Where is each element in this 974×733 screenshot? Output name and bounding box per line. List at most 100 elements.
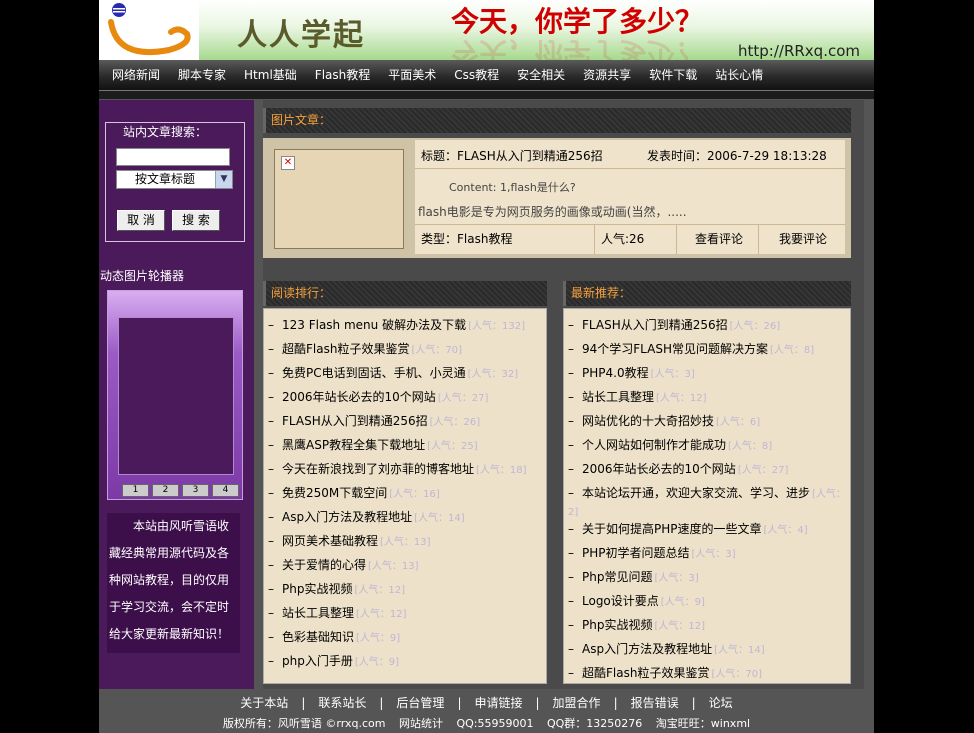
list-item[interactable]: – 免费PC电话到固话、手机、小灵通 [人气：32] xyxy=(264,361,546,385)
slider-page-button[interactable]: 4 xyxy=(212,484,239,497)
footer-link[interactable]: 加盟合作 xyxy=(553,696,601,710)
nav-item[interactable]: 软件下载 xyxy=(640,60,706,90)
list-item[interactable]: – 站长工具整理 [人气：12] xyxy=(564,385,850,409)
footer-link[interactable]: 关于本站 xyxy=(240,696,288,710)
list-item[interactable]: – 个人网站如何制作才能成功 [人气：8] xyxy=(564,433,850,457)
nav-item[interactable]: Css教程 xyxy=(445,60,508,90)
slider-screen[interactable] xyxy=(118,317,234,475)
article-info: 标题：FLASH从入门到精通256招 发表时间：2006-7-29 18:13:… xyxy=(415,140,845,254)
bullet-dash-icon: – xyxy=(568,438,574,452)
slider-page-button[interactable]: 2 xyxy=(152,484,179,497)
list-item-title[interactable]: 本站论坛开通，欢迎大家交流、学习、进步 xyxy=(582,486,810,500)
list-item-title[interactable]: Asp入门方法及教程地址 xyxy=(282,510,412,524)
list-item-title[interactable]: Php实战视频 xyxy=(282,582,352,596)
list-item[interactable]: – Php实战视频 [人气：12] xyxy=(264,577,546,601)
list-item-title[interactable]: 个人网站如何制作才能成功 xyxy=(582,438,726,452)
bullet-dash-icon: – xyxy=(568,462,574,476)
list-item[interactable]: –123 Flash menu 破解办法及下载 [人气：132] xyxy=(264,313,546,337)
list-item-title[interactable]: PHP4.0教程 xyxy=(582,366,649,380)
list-item-title[interactable]: 超酷Flash粒子效果鉴赏 xyxy=(582,666,709,680)
nav-item[interactable]: 资源共享 xyxy=(574,60,640,90)
list-item-title[interactable]: 94个学习FLASH常见问题解决方案 xyxy=(582,342,768,356)
list-item[interactable]: – 今天在新浪找到了刘亦菲的博客地址 [人气：18] xyxy=(264,457,546,481)
stats-link[interactable]: 网站统计 xyxy=(399,717,443,730)
nav-item[interactable]: 安全相关 xyxy=(508,60,574,90)
list-item[interactable]: – 网站优化的十大奇招妙技 [人气：6] xyxy=(564,409,850,433)
search-button[interactable]: 搜 索 xyxy=(172,210,220,231)
list-item-title[interactable]: 网页美术基础教程 xyxy=(282,534,378,548)
footer-link[interactable]: 联系站长 xyxy=(318,696,366,710)
list-item[interactable]: – 免费250M下载空间 [人气：16] xyxy=(264,481,546,505)
list-item[interactable]: – Php常见问题 [人气：3] xyxy=(564,565,850,589)
footer-link[interactable]: 申请链接 xyxy=(474,696,522,710)
list-item[interactable]: –94个学习FLASH常见问题解决方案 [人气：8] xyxy=(564,337,850,361)
list-item-title[interactable]: 123 Flash menu 破解办法及下载 xyxy=(282,318,466,332)
list-item-title[interactable]: 今天在新浪找到了刘亦菲的博客地址 xyxy=(282,462,474,476)
list-item[interactable]: – 超酷Flash粒子效果鉴赏 [人气：70] xyxy=(564,661,850,685)
list-item-title[interactable]: PHP初学者问题总结 xyxy=(582,546,690,560)
chevron-down-icon[interactable]: ▼ xyxy=(215,171,232,188)
nav-item[interactable]: 站长心情 xyxy=(706,60,772,90)
nav-item[interactable]: Html基础 xyxy=(235,60,306,90)
site-logo[interactable] xyxy=(99,0,199,60)
post-comment-link[interactable]: 我要评论 xyxy=(759,225,845,254)
list-item[interactable]: – FLASH从入门到精通256招 [人气：26] xyxy=(564,313,850,337)
list-item[interactable]: – 关于如何提高PHP速度的一些文章 [人气：4] xyxy=(564,517,850,541)
list-item-title[interactable]: Php实战视频 xyxy=(582,618,652,632)
list-item-title[interactable]: 2006年站长必去的10个网站 xyxy=(282,390,436,404)
list-item[interactable]: – 超酷Flash粒子效果鉴赏 [人气：70] xyxy=(264,337,546,361)
list-item[interactable]: – PHP4.0教程 [人气：3] xyxy=(564,361,850,385)
search-input[interactable] xyxy=(116,148,230,166)
nav-item[interactable]: 脚本专家 xyxy=(169,60,235,90)
list-item-title[interactable]: 黑鹰ASP教程全集下载地址 xyxy=(282,438,425,452)
list-item-title[interactable]: 站长工具整理 xyxy=(582,390,654,404)
bullet-dash-icon: – xyxy=(268,558,274,572)
slider-page-button[interactable]: 3 xyxy=(182,484,209,497)
footer-link[interactable]: 后台管理 xyxy=(396,696,444,710)
slider-page-button[interactable]: 1 xyxy=(122,484,149,497)
list-item[interactable]: – 本站论坛开通，欢迎大家交流、学习、进步 [人气：2] xyxy=(564,481,850,517)
list-item-title[interactable]: 色彩基础知识 xyxy=(282,630,354,644)
list-item[interactable]: –2006年站长必去的10个网站 [人气：27] xyxy=(264,385,546,409)
list-item-title[interactable]: FLASH从入门到精通256招 xyxy=(582,318,728,332)
article-thumbnail[interactable]: ✕ xyxy=(274,149,404,249)
list-item[interactable]: – Php实战视频 [人气：12] xyxy=(564,613,850,637)
list-item-title[interactable]: 超酷Flash粒子效果鉴赏 xyxy=(282,342,409,356)
list-item[interactable]: – FLASH从入门到精通256招 [人气：26] xyxy=(264,409,546,433)
nav-item[interactable]: 平面美术 xyxy=(379,60,445,90)
search-type-select[interactable]: 按文章标题 ▼ xyxy=(116,170,233,189)
slider-pager: 1 2 3 4 xyxy=(122,484,239,497)
view-comments-link[interactable]: 查看评论 xyxy=(677,225,759,254)
list-item-title[interactable]: FLASH从入门到精通256招 xyxy=(282,414,428,428)
footer-link[interactable]: 报告错误 xyxy=(631,696,679,710)
list-item-title[interactable]: Asp入门方法及教程地址 xyxy=(582,642,712,656)
list-item[interactable]: – 站长工具整理 [人气：12] xyxy=(264,601,546,625)
list-item[interactable]: – php入门手册 [人气：9] xyxy=(264,649,546,673)
list-item-title[interactable]: Logo设计要点 xyxy=(582,594,659,608)
cancel-button[interactable]: 取 消 xyxy=(117,210,165,231)
list-item[interactable]: –2006年站长必去的10个网站 [人气：27] xyxy=(564,457,850,481)
list-item[interactable]: – 色彩基础知识 [人气：9] xyxy=(264,625,546,649)
list-item-title[interactable]: Php常见问题 xyxy=(582,570,652,584)
bullet-dash-icon: – xyxy=(568,414,574,428)
list-item-title[interactable]: 免费250M下载空间 xyxy=(282,486,387,500)
list-item-title[interactable]: 站长工具整理 xyxy=(282,606,354,620)
list-item-hits: [人气：70] xyxy=(411,345,462,356)
list-item-title[interactable]: 关于如何提高PHP速度的一些文章 xyxy=(582,522,762,536)
footer-link[interactable]: 论坛 xyxy=(709,696,733,710)
list-item-title[interactable]: 网站优化的十大奇招妙技 xyxy=(582,414,714,428)
list-item-title[interactable]: 免费PC电话到固话、手机、小灵通 xyxy=(282,366,466,380)
list-item[interactable]: – 黑鹰ASP教程全集下载地址 [人气：25] xyxy=(264,433,546,457)
list-item[interactable]: – PHP初学者问题总结 [人气：3] xyxy=(564,541,850,565)
list-item-title[interactable]: 2006年站长必去的10个网站 xyxy=(582,462,736,476)
nav-item[interactable]: 网络新闻 xyxy=(103,60,169,90)
list-item-title[interactable]: php入门手册 xyxy=(282,654,353,668)
list-item[interactable]: – Logo设计要点 [人气：9] xyxy=(564,589,850,613)
list-item[interactable]: – 关于爱情的心得 [人气：13] xyxy=(264,553,546,577)
list-item[interactable]: – 网页美术基础教程 [人气：13] xyxy=(264,529,546,553)
article-title[interactable]: 标题：FLASH从入门到精通256招 xyxy=(421,147,603,164)
nav-item[interactable]: Flash教程 xyxy=(306,60,379,90)
list-item-title[interactable]: 关于爱情的心得 xyxy=(282,558,366,572)
list-item[interactable]: – Asp入门方法及教程地址 [人气：14] xyxy=(564,637,850,661)
list-item[interactable]: – Asp入门方法及教程地址 [人气：14] xyxy=(264,505,546,529)
